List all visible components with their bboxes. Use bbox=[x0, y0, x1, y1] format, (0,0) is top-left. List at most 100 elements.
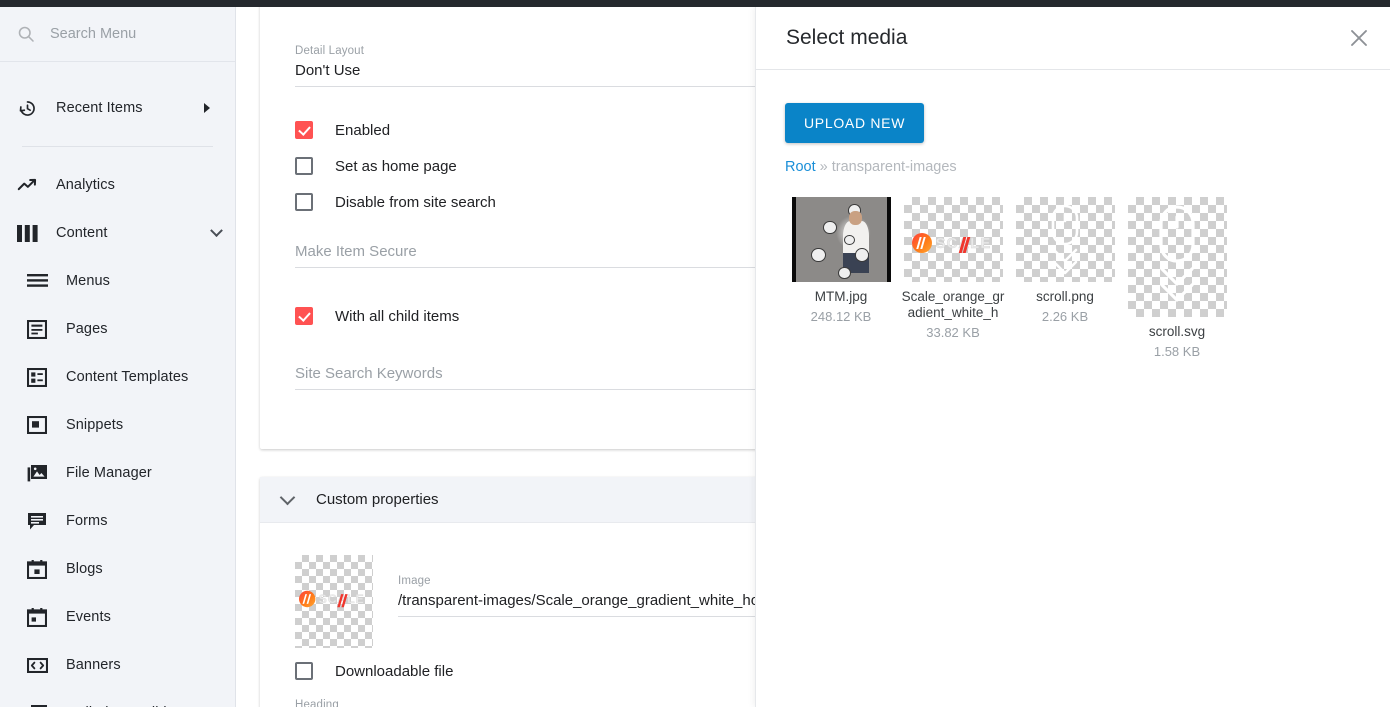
image-preview-thumbnail[interactable]: SCALE bbox=[295, 555, 373, 648]
media-thumbnail-scroll-png bbox=[1016, 197, 1115, 282]
sidebar-item-banners[interactable]: Banners bbox=[0, 641, 235, 689]
breadcrumb-root-link[interactable]: Root bbox=[785, 159, 816, 175]
sidebar-item-label: Banners bbox=[66, 657, 121, 673]
sidebar-item-label: Blogs bbox=[66, 561, 103, 577]
sidebar-item-label: Content Templates bbox=[66, 369, 188, 385]
sidebar-item-events[interactable]: Events bbox=[0, 593, 235, 641]
sidebar-item-label: Menus bbox=[66, 273, 110, 289]
scale-dot-icon bbox=[299, 591, 315, 607]
checkbox-disable-from-site-search[interactable] bbox=[295, 193, 313, 211]
sidebar-item-label: Analytics bbox=[56, 177, 115, 193]
sidebar-item-snippets[interactable]: Snippets bbox=[0, 401, 235, 449]
panel-title: Select media bbox=[786, 26, 907, 50]
top-app-bar bbox=[0, 0, 1390, 7]
media-file-name: Scale_orange_gradient_white_h bbox=[897, 289, 1009, 321]
sidebar-item-label: Forms bbox=[66, 513, 108, 529]
checkbox-row-with-all-child-items[interactable]: With all child items bbox=[295, 307, 459, 325]
breadcrumb-separator: » bbox=[820, 159, 828, 175]
checkbox-label: Disable from site search bbox=[335, 194, 496, 211]
trending-up-icon bbox=[16, 174, 38, 196]
breadcrumb: Root»transparent-images bbox=[785, 159, 957, 175]
breadcrumb-current: transparent-images bbox=[832, 159, 957, 175]
sidebar-item-recent-items[interactable]: Recent Items bbox=[0, 84, 235, 132]
close-icon[interactable] bbox=[1346, 25, 1372, 51]
checkbox-label: With all child items bbox=[335, 308, 459, 325]
sidebar-item-forms[interactable]: Forms bbox=[0, 497, 235, 545]
sidebar-item-file-manager[interactable]: File Manager bbox=[0, 449, 235, 497]
left-sidebar: Recent Items Analytics Content bbox=[0, 7, 236, 707]
scale-logo-graphic: SCALE bbox=[912, 233, 996, 253]
sidebar-item-label: Events bbox=[66, 609, 111, 625]
media-tile[interactable]: scroll.svg 1.58 KB bbox=[1121, 197, 1233, 359]
sidebar-item-menus[interactable]: Menus bbox=[0, 257, 235, 305]
section-title: Custom properties bbox=[316, 491, 439, 508]
media-file-name: scroll.png bbox=[1009, 289, 1121, 305]
search-icon bbox=[16, 24, 36, 44]
chevron-right-icon bbox=[204, 103, 210, 113]
media-tile[interactable]: scroll.png 2.26 KB bbox=[1009, 197, 1121, 359]
media-file-grid: MTM.jpg 248.12 KB SCALE Scale_orange_gra… bbox=[785, 197, 1374, 359]
media-thumbnail-logo: SCALE bbox=[904, 197, 1003, 282]
select-media-panel: Select media UPLOAD NEW Root»transparent… bbox=[755, 7, 1390, 707]
sidebar-item-pages[interactable]: Pages bbox=[0, 305, 235, 353]
sidebar-item-content-templates[interactable]: Content Templates bbox=[0, 353, 235, 401]
media-file-size: 33.82 KB bbox=[897, 325, 1009, 340]
media-tile[interactable]: SCALE Scale_orange_gradient_white_h 33.8… bbox=[897, 197, 1009, 359]
snippet-icon bbox=[26, 414, 48, 436]
scale-wordmark: SCALE bbox=[319, 592, 365, 606]
mouse-scroll-icon bbox=[1146, 203, 1208, 311]
template-icon bbox=[26, 366, 48, 388]
sidebar-item-label: Snippets bbox=[66, 417, 123, 433]
checkbox-enabled[interactable] bbox=[295, 121, 313, 139]
juggler-photo bbox=[792, 197, 891, 282]
scale-logo-graphic: SCALE bbox=[299, 591, 368, 607]
sidebar-item-label: File Manager bbox=[66, 465, 152, 481]
mouse-scroll-icon bbox=[1040, 203, 1090, 279]
gallery-icon bbox=[26, 702, 48, 707]
sidebar-search-row[interactable] bbox=[0, 7, 235, 62]
checkbox-downloadable-file[interactable] bbox=[295, 662, 313, 680]
calendar-event-icon bbox=[26, 606, 48, 628]
scale-slash-icon bbox=[338, 594, 349, 607]
sidebar-divider bbox=[22, 146, 213, 147]
checkbox-label: Enabled bbox=[335, 122, 390, 139]
media-file-name: scroll.svg bbox=[1121, 324, 1233, 340]
checkbox-row-enabled[interactable]: Enabled bbox=[295, 121, 390, 139]
page-icon bbox=[26, 318, 48, 340]
checkbox-with-all-child-items[interactable] bbox=[295, 307, 313, 325]
menu-lines-icon bbox=[26, 270, 48, 292]
checkbox-set-as-home-page[interactable] bbox=[295, 157, 313, 175]
banner-arrows-icon bbox=[26, 654, 48, 676]
media-thumbnail-photo bbox=[792, 197, 891, 282]
columns-icon bbox=[16, 222, 38, 244]
checkbox-label: Downloadable file bbox=[335, 663, 453, 680]
scale-dot-icon bbox=[912, 233, 932, 253]
media-file-size: 248.12 KB bbox=[785, 309, 897, 324]
media-file-name: MTM.jpg bbox=[785, 289, 897, 305]
photo-stack-icon bbox=[26, 462, 48, 484]
sidebar-item-content[interactable]: Content bbox=[0, 209, 235, 257]
select-media-header: Select media bbox=[756, 7, 1390, 70]
checkbox-row-set-as-home-page[interactable]: Set as home page bbox=[295, 157, 457, 175]
media-tile[interactable]: MTM.jpg 248.12 KB bbox=[785, 197, 897, 359]
sidebar-item-analytics[interactable]: Analytics bbox=[0, 161, 235, 209]
form-icon bbox=[26, 510, 48, 532]
sidebar-item-galleries-sliders[interactable]: Galleries & Sliders bbox=[0, 689, 235, 707]
scale-slash-icon bbox=[959, 237, 973, 253]
chevron-down-icon bbox=[210, 224, 223, 237]
media-file-size: 2.26 KB bbox=[1009, 309, 1121, 324]
upload-new-button[interactable]: UPLOAD NEW bbox=[785, 103, 924, 143]
sidebar-item-label: Recent Items bbox=[56, 100, 143, 116]
media-thumbnail-scroll-svg bbox=[1128, 197, 1227, 317]
calendar-blog-icon bbox=[26, 558, 48, 580]
checkbox-row-downloadable-file[interactable]: Downloadable file bbox=[295, 662, 453, 680]
scale-wordmark: SCALE bbox=[936, 235, 992, 252]
media-file-size: 1.58 KB bbox=[1121, 344, 1233, 359]
sidebar-item-label: Content bbox=[56, 225, 108, 241]
history-icon bbox=[16, 97, 38, 119]
sidebar-item-blogs[interactable]: Blogs bbox=[0, 545, 235, 593]
search-input[interactable] bbox=[50, 26, 210, 42]
checkbox-row-disable-from-site-search[interactable]: Disable from site search bbox=[295, 193, 496, 211]
checkbox-label: Set as home page bbox=[335, 158, 457, 175]
sidebar-item-label: Pages bbox=[66, 321, 108, 337]
